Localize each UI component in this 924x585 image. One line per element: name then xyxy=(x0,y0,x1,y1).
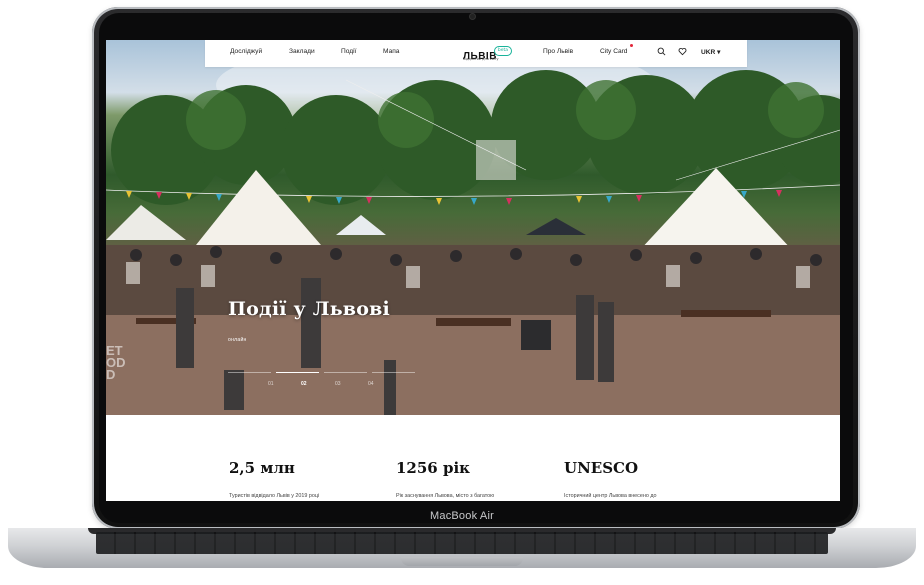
stat-value-tourists: 2,5 млн xyxy=(229,459,295,477)
laptop-keyboard xyxy=(96,532,828,554)
side-decoration: ET OD D xyxy=(106,343,126,382)
language-selector[interactable]: UKR ▾ xyxy=(701,48,720,56)
trackpad-notch xyxy=(401,557,523,566)
stat-desc-unesco: Історичний центр Львова внесено до xyxy=(564,493,657,499)
hero-banner: ET OD D Події у Львові онлайн 01 02 03 04 xyxy=(106,40,840,415)
nav-item-city-card[interactable]: City Card xyxy=(600,48,627,55)
camera-icon xyxy=(470,14,475,19)
pager-item-active[interactable]: 02 xyxy=(301,381,307,387)
website-screen: ET OD D Події у Львові онлайн 01 02 03 04 … xyxy=(106,40,840,501)
stat-desc-founded: Рік заснування Львова, місто з багатою xyxy=(396,493,495,499)
logo-subtitle: відкритий для світу xyxy=(463,57,499,61)
site-logo[interactable]: ЛЬВІВ відкритий для світу xyxy=(463,44,499,63)
pager-line-4 xyxy=(372,372,415,373)
pager-item[interactable]: 04 xyxy=(368,381,374,387)
nav-item-map[interactable]: Мапа xyxy=(383,48,399,55)
pager-item[interactable]: 01 xyxy=(268,381,274,387)
notification-dot xyxy=(630,44,633,47)
pager-line-2 xyxy=(276,372,319,373)
nav-item-explore[interactable]: Досліджуй xyxy=(230,48,262,55)
device-label: MacBook Air xyxy=(430,510,494,522)
heart-icon[interactable] xyxy=(678,47,687,56)
festival-photo xyxy=(106,40,840,415)
beta-badge: beta xyxy=(494,46,512,56)
nav-item-events[interactable]: Події xyxy=(341,48,356,55)
stat-desc-tourists: Туристів відвідало Львів у 2019 році xyxy=(229,493,320,499)
hero-tag: онлайн xyxy=(228,337,247,343)
stat-value-founded: 1256 рік xyxy=(396,459,470,477)
stat-value-unesco: UNESCO xyxy=(564,459,639,477)
nav-item-about[interactable]: Про Львів xyxy=(543,48,573,55)
pager-line-3 xyxy=(324,372,367,373)
stats-section: 2,5 млн Туристів відвідало Львів у 2019 … xyxy=(106,415,840,501)
search-icon[interactable] xyxy=(657,47,666,56)
pager-line-1 xyxy=(228,372,271,373)
pager-item[interactable]: 03 xyxy=(335,381,341,387)
hero-title: Події у Львові xyxy=(228,298,390,320)
nav-item-places[interactable]: Заклади xyxy=(289,48,315,55)
top-navigation: Досліджуй Заклади Події Мапа ЛЬВІВ відкр… xyxy=(205,40,747,67)
laptop-mockup: ET OD D Події у Львові онлайн 01 02 03 04 … xyxy=(0,0,924,585)
